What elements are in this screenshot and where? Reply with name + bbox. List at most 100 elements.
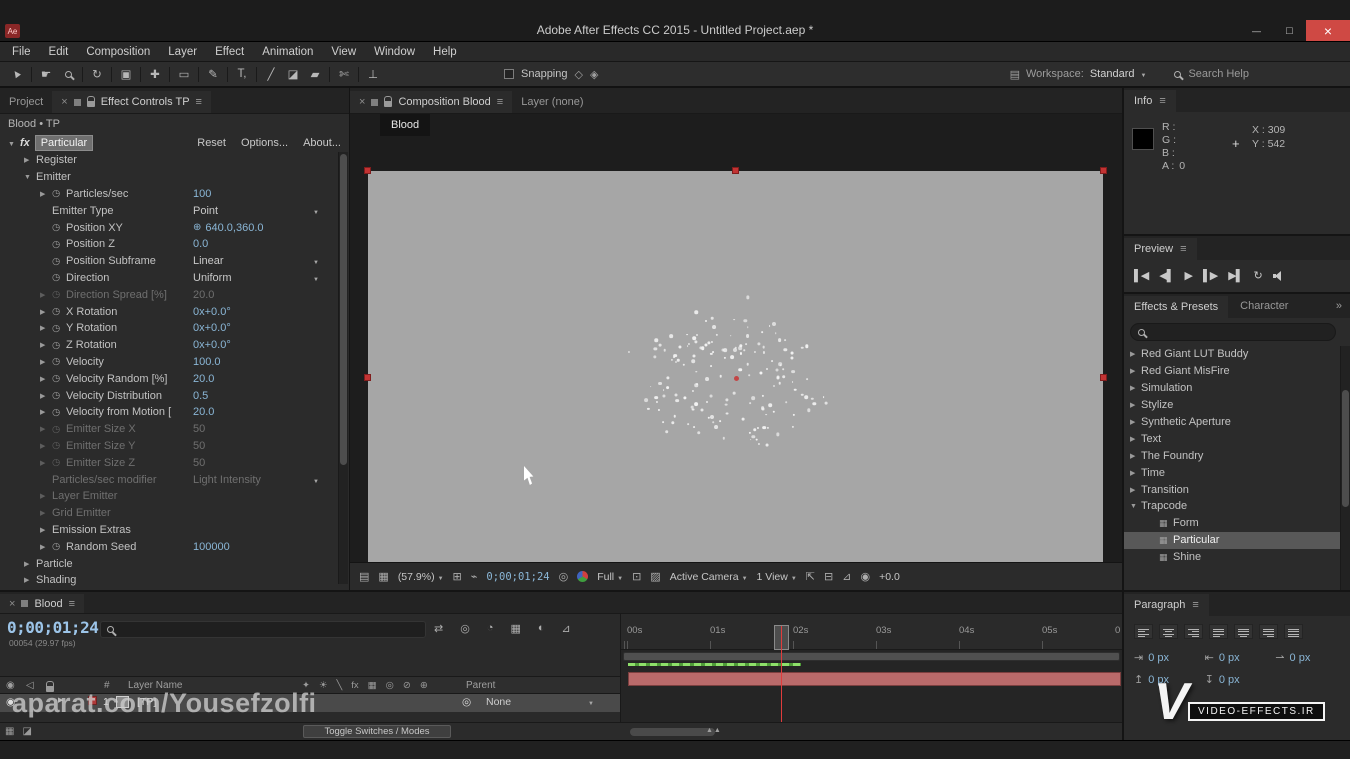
twirl-icon[interactable] bbox=[1130, 469, 1141, 477]
effect-property-row[interactable]: ◷ X Rotation ⊕ 0x+0.0° bbox=[0, 303, 349, 320]
menu-item[interactable]: File bbox=[3, 42, 40, 61]
twirl-icon[interactable] bbox=[40, 408, 52, 416]
transparency-grid-icon[interactable]: ▨ bbox=[650, 570, 660, 583]
tool[interactable] bbox=[227, 66, 228, 82]
layer-duration-bar[interactable] bbox=[628, 672, 1121, 686]
show-channel-icon[interactable] bbox=[577, 571, 589, 582]
twirl-icon[interactable] bbox=[1130, 452, 1141, 460]
property-value[interactable]: Light Intensity bbox=[193, 474, 261, 486]
justify-last-right-button[interactable] bbox=[1259, 624, 1278, 639]
effect-property-row[interactable]: ◷ Direction Spread [%] ⊕ 20.0 bbox=[0, 286, 349, 303]
about-link[interactable]: About... bbox=[303, 137, 341, 149]
effect-property-row[interactable]: ◷ Velocity Distribution ⊕ 0.5 bbox=[0, 387, 349, 404]
pen-tool[interactable]: ✎ bbox=[202, 64, 224, 84]
first-frame-button[interactable]: ▌◀ bbox=[1134, 269, 1149, 282]
menu-item[interactable]: Composition bbox=[77, 42, 159, 61]
effect-property-row[interactable]: ◷ Emitter Type ⊕ Point bbox=[0, 202, 349, 219]
brush-tool[interactable]: ╱ bbox=[260, 64, 282, 84]
motion-blur-icon[interactable]: ◎ bbox=[386, 680, 394, 691]
property-value[interactable]: 0.5 bbox=[193, 390, 208, 402]
menu-item[interactable]: View bbox=[322, 42, 365, 61]
panel-menu-icon[interactable] bbox=[1159, 95, 1165, 107]
align-left-button[interactable] bbox=[1134, 624, 1153, 639]
work-area-markers[interactable]: ▲▲ bbox=[706, 727, 722, 734]
stopwatch-icon[interactable]: ◷ bbox=[52, 390, 66, 401]
indent-right-margin[interactable]: ⇤ 0 px bbox=[1205, 651, 1272, 665]
stopwatch-icon[interactable]: ◷ bbox=[52, 188, 66, 199]
handle-mid-right[interactable] bbox=[1100, 373, 1107, 381]
tool[interactable] bbox=[169, 66, 170, 82]
collapse-transformations-icon[interactable]: ☀ bbox=[319, 680, 328, 691]
dropdown-arrow-icon[interactable] bbox=[313, 255, 319, 267]
toggle-switches-modes-button[interactable]: Toggle Switches / Modes bbox=[303, 725, 451, 738]
menu-item[interactable]: Help bbox=[424, 42, 466, 61]
scrollbar[interactable] bbox=[1340, 346, 1350, 590]
tab-character[interactable]: Character bbox=[1240, 300, 1288, 312]
snapshot-icon[interactable]: ◎ bbox=[559, 570, 569, 583]
tool[interactable] bbox=[31, 66, 32, 82]
effect-property-row[interactable]: ◷ Emitter Size Y ⊕ 50 bbox=[0, 438, 349, 455]
lock-icon[interactable] bbox=[86, 96, 95, 107]
effect-property-row[interactable]: ◷ Emitter Size Z ⊕ 50 bbox=[0, 454, 349, 471]
stopwatch-icon[interactable]: ◷ bbox=[52, 440, 66, 451]
tab-timeline-blood[interactable]: Blood bbox=[0, 594, 84, 613]
handle-mid-left[interactable] bbox=[364, 373, 371, 381]
effect-property-row[interactable]: ◷ Z Rotation ⊕ 0x+0.0° bbox=[0, 337, 349, 354]
justify-last-left-button[interactable] bbox=[1209, 624, 1228, 639]
effect-property-row[interactable]: ◷ Direction ⊕ Uniform bbox=[0, 270, 349, 287]
zoom-tool[interactable] bbox=[57, 64, 79, 84]
dropdown-arrow-icon[interactable] bbox=[313, 474, 319, 486]
frame-blending-icon[interactable]: ▦ bbox=[510, 622, 520, 635]
stopwatch-icon[interactable]: ◷ bbox=[52, 256, 66, 267]
3d-layer-icon[interactable]: ⊕ bbox=[420, 680, 428, 691]
tab-project[interactable]: Project bbox=[0, 91, 52, 113]
twirl-icon[interactable] bbox=[40, 324, 52, 332]
hand-tool[interactable]: ☛ bbox=[35, 64, 57, 84]
effect-property-row[interactable]: ◷ Position XY ⊕ 640.0,360.0 bbox=[0, 219, 349, 236]
workspace-value[interactable]: Standard bbox=[1090, 68, 1135, 80]
scrollbar[interactable] bbox=[338, 152, 348, 584]
timeline-search-box[interactable] bbox=[100, 621, 426, 638]
property-value[interactable]: Linear bbox=[193, 255, 224, 267]
effects-list-item[interactable]: ▦ Shine bbox=[1124, 549, 1340, 566]
exposure-icon[interactable]: ◉ bbox=[860, 570, 870, 583]
menu-item[interactable]: Effect bbox=[206, 42, 253, 61]
twirl-icon[interactable] bbox=[40, 291, 52, 299]
panel-grip-icon[interactable]: ▦ bbox=[5, 726, 14, 737]
grid-guides-icon[interactable]: ▦ bbox=[378, 570, 388, 583]
hide-shy-layers-icon[interactable]: ◔ bbox=[487, 622, 494, 635]
twirl-icon[interactable] bbox=[1130, 384, 1141, 392]
effect-property-row[interactable]: ◷ Register ⊕ bbox=[0, 152, 349, 169]
stopwatch-icon[interactable]: ◷ bbox=[52, 340, 66, 351]
snapping-checkbox[interactable] bbox=[504, 69, 514, 79]
effect-property-row[interactable]: ◷ Velocity ⊕ 100.0 bbox=[0, 354, 349, 371]
scrollbar-thumb[interactable] bbox=[1342, 389, 1349, 508]
menu-item[interactable]: Animation bbox=[253, 42, 322, 61]
twirl-icon[interactable] bbox=[40, 509, 52, 517]
stopwatch-icon[interactable]: ◷ bbox=[52, 306, 66, 317]
snap-features-icon[interactable]: ◈ bbox=[590, 68, 598, 81]
property-value[interactable]: Uniform bbox=[193, 272, 232, 284]
effect-property-row[interactable]: ◷ Velocity Random [%] ⊕ 20.0 bbox=[0, 370, 349, 387]
camera-tool[interactable]: ▣ bbox=[115, 64, 137, 84]
menu-item[interactable]: Window bbox=[365, 42, 424, 61]
field-value[interactable]: 0 px bbox=[1219, 652, 1240, 664]
horizontal-scrollbar-thumb[interactable] bbox=[630, 728, 715, 736]
share-view-icon[interactable]: ⇱ bbox=[806, 570, 815, 583]
effects-list-item[interactable]: ▦ Simulation bbox=[1124, 380, 1340, 397]
twirl-icon[interactable] bbox=[1130, 503, 1141, 510]
twirl-icon[interactable] bbox=[40, 425, 52, 433]
effect-property-row[interactable]: ◷ Emitter Size X ⊕ 50 bbox=[0, 421, 349, 438]
property-value[interactable]: 20.0 bbox=[193, 406, 214, 418]
zoom-level[interactable]: (57.9%) bbox=[398, 571, 444, 583]
roi-icon[interactable]: ⊡ bbox=[632, 570, 641, 583]
dropdown-arrow-icon[interactable] bbox=[313, 205, 319, 217]
twirl-icon[interactable] bbox=[40, 190, 52, 198]
loop-button[interactable]: ↻ bbox=[1254, 269, 1263, 282]
effect-property-row[interactable]: ◷ Layer Emitter ⊕ bbox=[0, 488, 349, 505]
property-value[interactable]: Point bbox=[193, 205, 218, 217]
expand-panel-icon[interactable]: ◪ bbox=[22, 726, 31, 737]
mute-audio-button[interactable] bbox=[1272, 270, 1285, 281]
close-tab-icon[interactable] bbox=[61, 96, 67, 108]
tab-effect-controls[interactable]: Effect Controls TP bbox=[52, 91, 211, 113]
